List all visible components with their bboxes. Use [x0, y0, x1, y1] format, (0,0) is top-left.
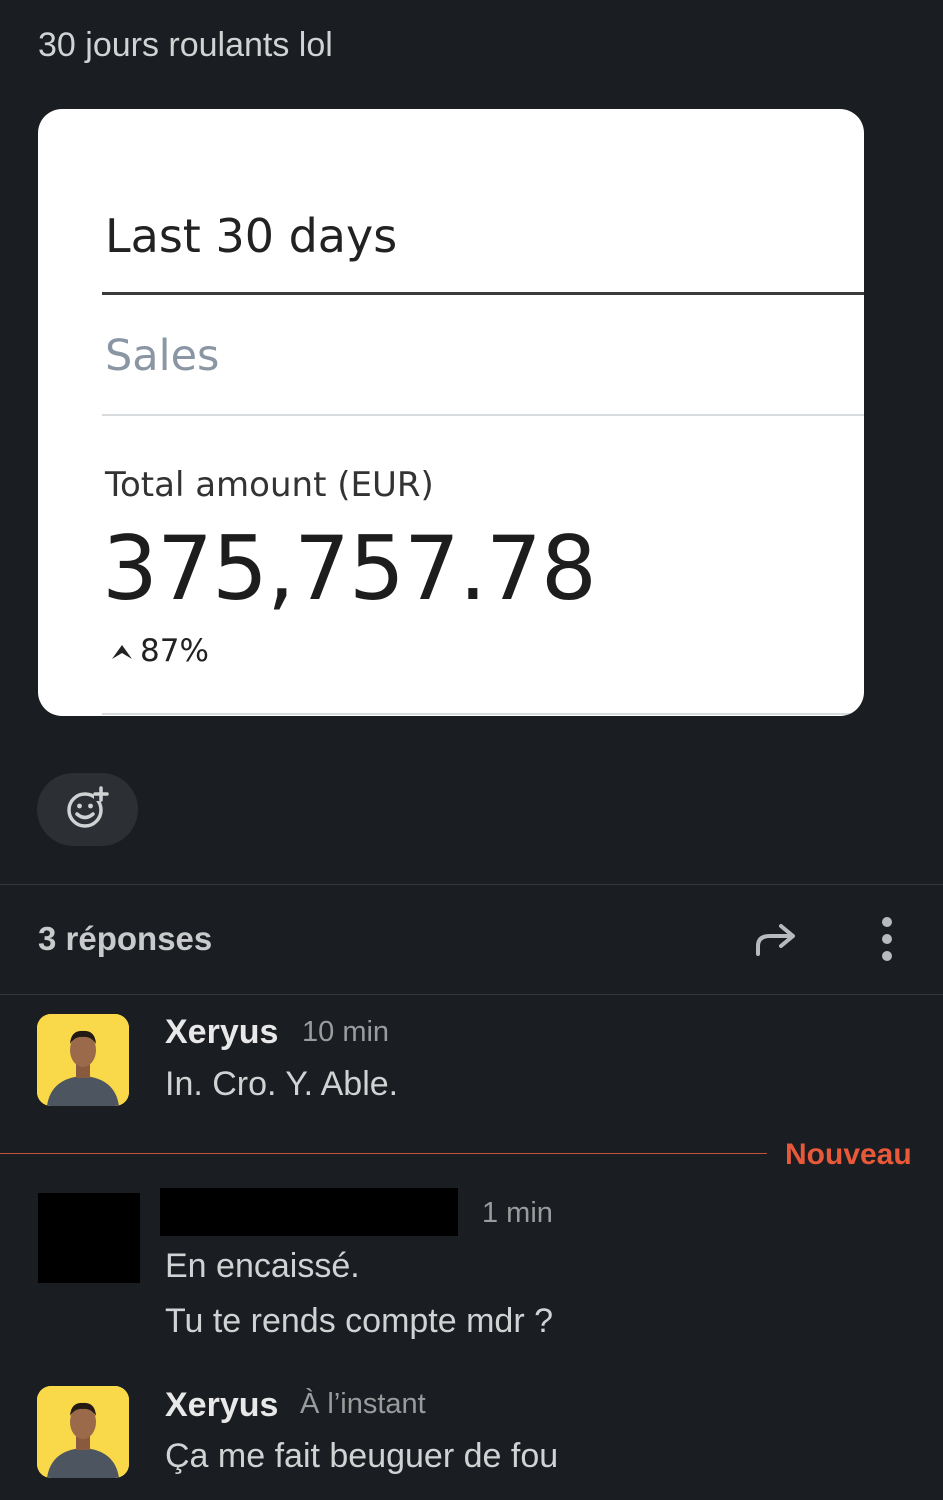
up-arrow-icon — [110, 633, 134, 669]
message-timestamp[interactable]: 10 min — [302, 1016, 389, 1049]
avatar[interactable] — [37, 1386, 129, 1478]
message-text: 30 jours roulants lol — [38, 26, 333, 64]
avatar[interactable] — [37, 1014, 129, 1106]
author-name[interactable]: Xeryus — [165, 1386, 278, 1425]
sales-screenshot-card[interactable]: Last 30 days Sales Total amount (EUR) 37… — [38, 109, 864, 716]
message-body: Tu te rends compte mdr ? — [165, 1302, 554, 1340]
total-amount-label: Total amount (EUR) — [105, 465, 434, 505]
add-reaction-button[interactable] — [37, 773, 138, 846]
new-messages-line — [0, 1153, 767, 1154]
card-title: Last 30 days — [105, 209, 398, 263]
change-indicator: 87% — [110, 633, 209, 669]
share-icon[interactable] — [753, 916, 801, 969]
message-timestamp[interactable]: À l’instant — [300, 1388, 426, 1421]
title-divider — [102, 292, 864, 295]
message-body: En encaissé. — [165, 1247, 360, 1285]
message-timestamp[interactable]: 1 min — [482, 1197, 553, 1230]
redacted-author-name — [160, 1188, 458, 1236]
bottom-divider — [102, 713, 864, 715]
add-reaction-icon — [66, 785, 110, 834]
new-messages-label: Nouveau — [785, 1138, 912, 1171]
total-amount-value: 375,757.78 — [102, 517, 597, 620]
change-percent: 87% — [140, 633, 209, 669]
thread-divider-header — [0, 994, 943, 995]
message-body: In. Cro. Y. Able. — [165, 1065, 399, 1103]
card-tab-sales: Sales — [105, 331, 220, 381]
tab-divider — [102, 414, 864, 416]
thread-divider-top — [0, 884, 943, 885]
message-body: Ça me fait beuguer de fou — [165, 1437, 559, 1475]
author-name[interactable]: Xeryus — [165, 1013, 278, 1052]
more-options-icon[interactable] — [876, 916, 898, 969]
redacted-avatar — [38, 1193, 140, 1283]
replies-count: 3 réponses — [38, 920, 213, 957]
